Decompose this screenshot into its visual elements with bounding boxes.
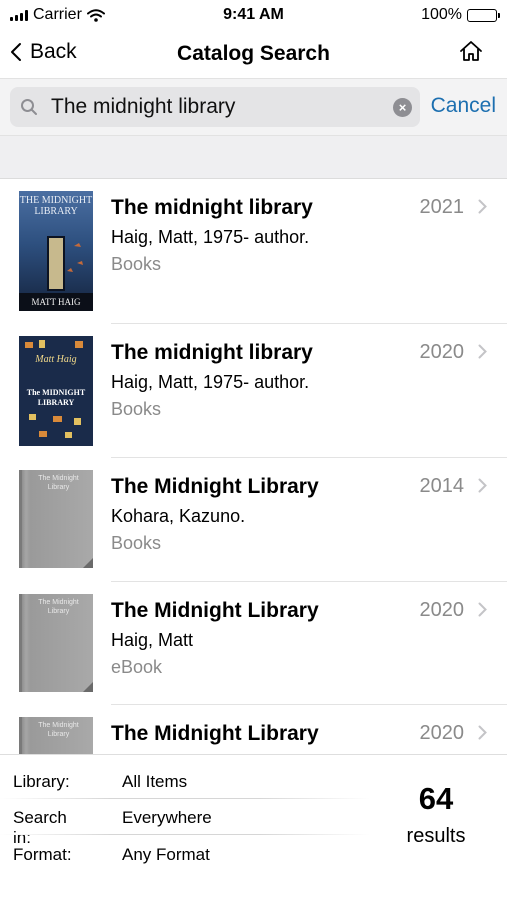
book-cover: Matt Haig The MIDNIGHT LIBRARY — [19, 336, 93, 446]
search-scope-panel: Library: All Items Search in: Everywhere… — [0, 754, 507, 901]
battery-indicator: 100% — [421, 6, 500, 24]
result-year: 2021 — [419, 196, 465, 218]
list-item[interactable]: Matt Haig The MIDNIGHT LIBRARY The midni… — [0, 324, 507, 458]
result-author: Haig, Matt, 1975- author. — [111, 372, 310, 392]
chevron-right-icon — [478, 725, 487, 740]
search-in-label: Search in: — [13, 808, 67, 847]
result-author: Haig, Matt, 1975- author. — [111, 227, 310, 247]
cover-title: THE MIDNIGHT LIBRARY — [19, 195, 93, 217]
search-in-value: Everywhere — [122, 808, 212, 827]
format-value: Any Format — [122, 845, 210, 864]
home-button[interactable] — [459, 40, 483, 67]
search-input[interactable]: The midnight library × — [10, 87, 420, 127]
search-query: The midnight library — [51, 95, 236, 118]
result-format: Books — [111, 399, 162, 419]
results-list: THE MIDNIGHT LIBRARY MATT HAIG The midni… — [0, 179, 507, 754]
clear-search-icon[interactable]: × — [393, 98, 412, 117]
home-icon — [460, 41, 482, 61]
chevron-right-icon — [478, 199, 487, 214]
page-title: Catalog Search — [177, 42, 330, 65]
result-format: Books — [111, 254, 162, 274]
filter-divider — [0, 798, 370, 799]
search-icon — [21, 99, 37, 115]
result-title: The Midnight Library — [111, 722, 319, 745]
result-format: Books — [111, 533, 162, 553]
result-year: 2020 — [419, 722, 465, 744]
list-item[interactable]: The Midnight Library The Midnight Librar… — [0, 458, 507, 582]
result-author: Haig, Matt — [111, 630, 194, 650]
book-cover: The Midnight Library — [19, 594, 93, 692]
status-bar: Carrier 9:41 AM 100% — [0, 0, 507, 30]
list-item[interactable]: The Midnight Library The Midnight Librar… — [0, 705, 507, 754]
result-title: The Midnight Library — [111, 475, 319, 498]
search-bar: The midnight library × Cancel — [0, 79, 507, 135]
book-cover: The Midnight Library — [19, 470, 93, 568]
format-label: Format: — [13, 845, 72, 864]
chevron-right-icon — [478, 602, 487, 617]
result-title: The midnight library — [111, 341, 313, 364]
result-year: 2014 — [419, 475, 465, 497]
result-author: Kohara, Kazuno. — [111, 506, 246, 526]
result-year: 2020 — [419, 599, 465, 621]
cover-title: The Midnight Library — [38, 722, 79, 738]
result-count-label: results — [406, 825, 466, 847]
battery-icon — [467, 8, 500, 22]
list-item[interactable]: THE MIDNIGHT LIBRARY MATT HAIG The midni… — [0, 179, 507, 324]
cover-title: The Midnight Library — [38, 475, 79, 491]
library-label: Library: — [13, 772, 70, 791]
cover-title: The MIDNIGHT LIBRARY — [26, 388, 86, 407]
cover-author: MATT HAIG — [19, 293, 93, 311]
result-title: The midnight library — [111, 196, 313, 219]
cancel-button[interactable]: Cancel — [431, 94, 496, 118]
result-count: 64 — [418, 781, 454, 816]
book-cover: The Midnight Library — [19, 717, 93, 754]
list-item[interactable]: The Midnight Library The Midnight Librar… — [0, 582, 507, 705]
section-spacer — [0, 135, 507, 179]
filter-divider — [0, 834, 370, 835]
cover-title: The Midnight Library — [38, 599, 79, 615]
chevron-right-icon — [478, 344, 487, 359]
result-title: The Midnight Library — [111, 599, 319, 622]
navigation-bar: Back Catalog Search — [0, 30, 507, 79]
battery-percent: 100% — [421, 6, 462, 23]
cover-author: Matt Haig — [35, 354, 77, 365]
book-cover: THE MIDNIGHT LIBRARY MATT HAIG — [19, 191, 93, 311]
result-format: eBook — [111, 657, 163, 677]
result-year: 2020 — [419, 341, 465, 363]
library-value: All Items — [122, 772, 188, 791]
chevron-right-icon — [478, 478, 487, 493]
